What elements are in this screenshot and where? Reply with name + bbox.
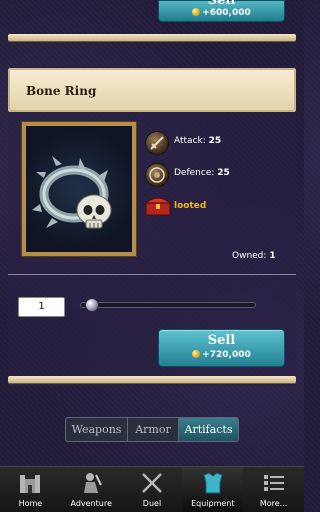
card-separator (8, 274, 296, 275)
nav-label: Equipment (191, 499, 235, 508)
shield-icon (145, 163, 169, 187)
nav-adventure[interactable]: Adventure (61, 467, 122, 512)
owned-label: Owned: (232, 251, 267, 261)
sell-label: Sell (207, 0, 236, 8)
quantity-slider[interactable] (80, 302, 256, 308)
knight-icon (84, 473, 103, 493)
coin-icon (192, 8, 201, 16)
treasure-chest-icon (144, 195, 172, 217)
quantity-input[interactable]: 1 (18, 297, 65, 317)
nav-label: Home (18, 499, 43, 508)
nav-label: Duel (142, 499, 162, 508)
sell-button[interactable]: Sell +720,000 (158, 329, 285, 367)
defence-label: Defence: (174, 168, 215, 178)
tab-armor[interactable]: Armor (128, 418, 179, 441)
list-icon (263, 475, 284, 491)
nav-label: More... (259, 499, 288, 508)
previous-sell-button[interactable]: Sell +600,000 (158, 0, 285, 22)
attack-value: 25 (208, 136, 222, 146)
attack-label: Attack: (174, 136, 206, 146)
crossed-swords-icon (142, 473, 162, 493)
category-tabs: Weapons Armor Artifacts (65, 417, 239, 442)
sell-label: Sell (207, 333, 236, 348)
sword-icon (145, 131, 169, 155)
item-name: Bone Ring (26, 84, 97, 98)
armor-icon (203, 472, 223, 494)
nav-home[interactable]: Home (0, 467, 61, 512)
nav-more[interactable]: More... (243, 467, 304, 512)
castle-icon (20, 475, 41, 493)
sell-price: +600,000 (202, 8, 251, 18)
slider-thumb[interactable] (84, 298, 99, 312)
defence-value: 25 (217, 168, 230, 178)
defence-stat: Defence: 25 (174, 168, 230, 178)
sell-price: +720,000 (202, 350, 251, 360)
owned-count: Owned: 1 (232, 251, 276, 261)
nav-label: Adventure (70, 499, 112, 508)
tab-weapons[interactable]: Weapons (66, 418, 128, 441)
bottom-nav: Home Adventure Duel Equipment More... (0, 466, 304, 512)
item-title-bar: Bone Ring (8, 68, 296, 112)
nav-equipment[interactable]: Equipment (182, 467, 244, 512)
item-source: looted (174, 201, 207, 211)
nav-duel[interactable]: Duel (122, 467, 183, 512)
card-divider (8, 34, 296, 41)
owned-value: 1 (269, 251, 276, 261)
attack-stat: Attack: 25 (174, 136, 221, 146)
card-divider (8, 376, 296, 383)
item-image-frame (21, 121, 137, 257)
coin-icon (192, 350, 201, 358)
tab-artifacts[interactable]: Artifacts (179, 418, 238, 441)
bone-ring-icon (32, 156, 112, 229)
